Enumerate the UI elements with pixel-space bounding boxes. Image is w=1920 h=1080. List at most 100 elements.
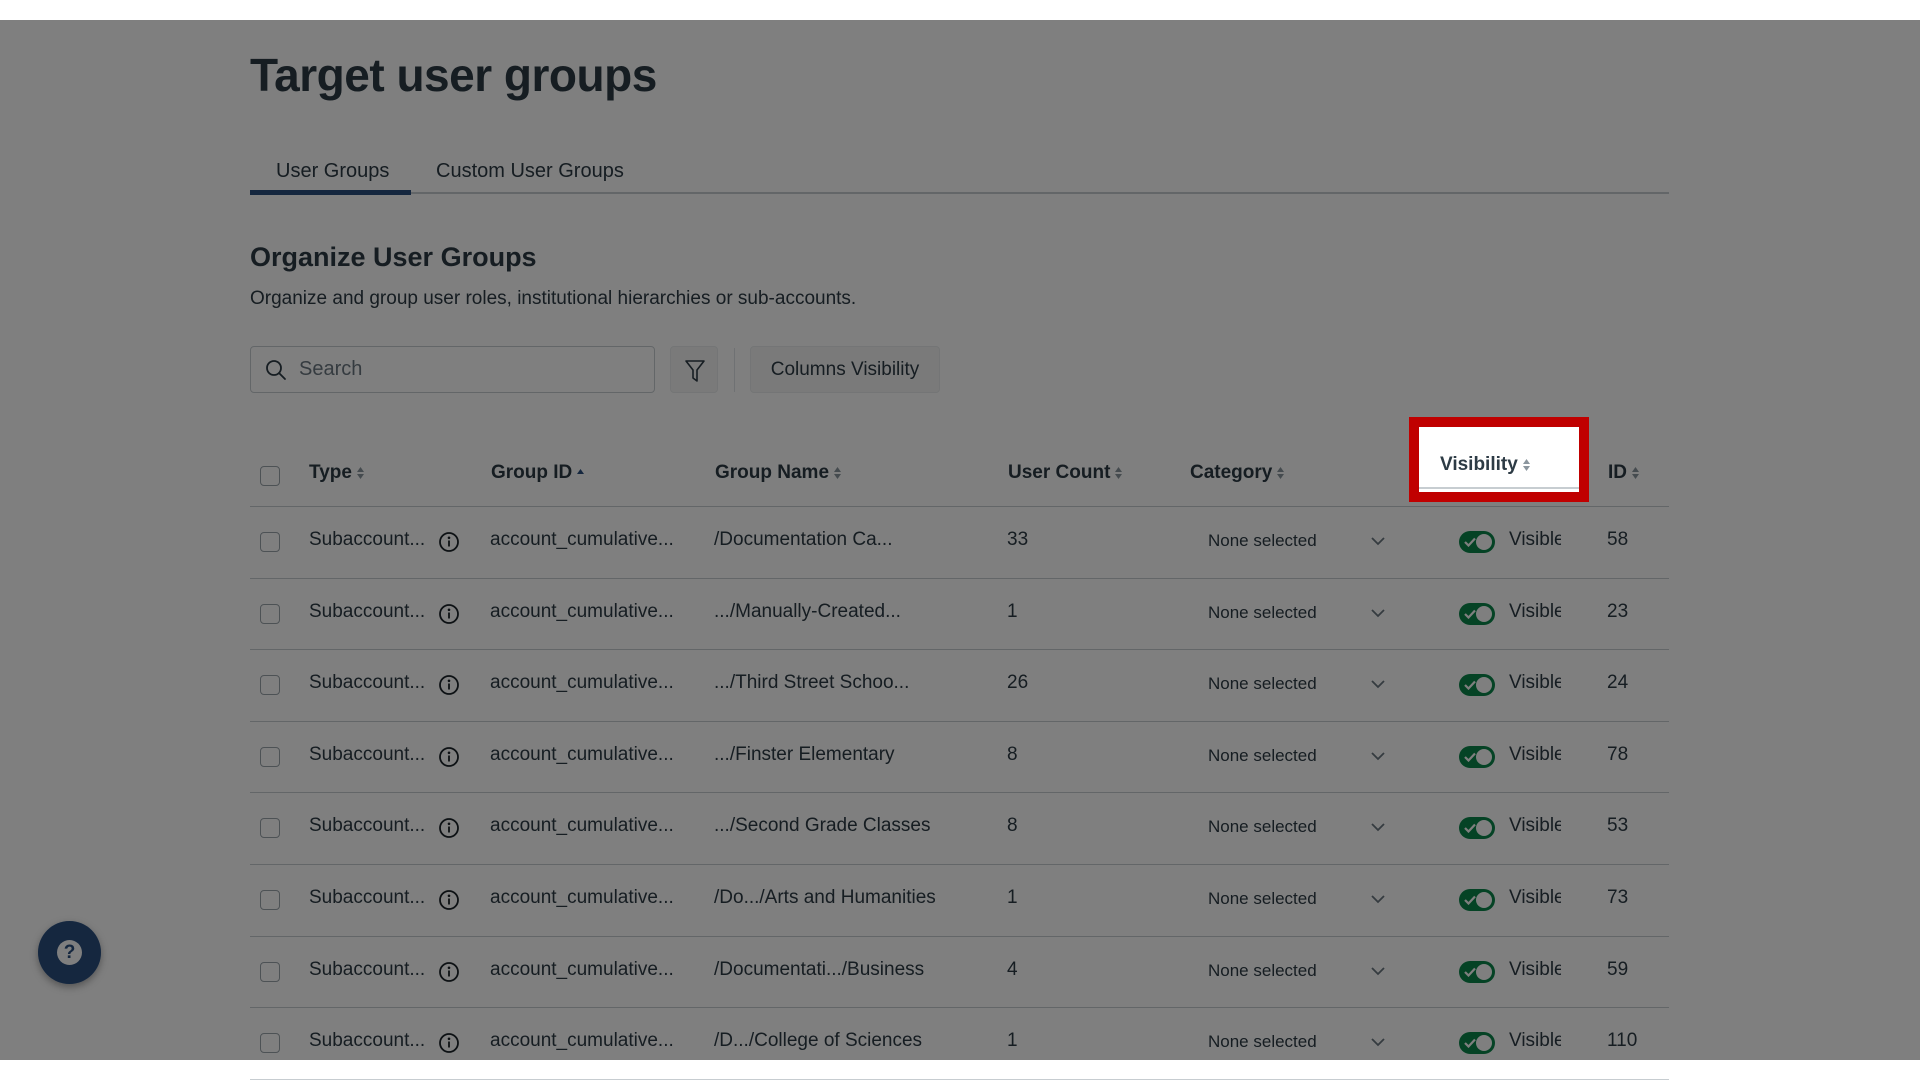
cell-id: 23 (1607, 600, 1629, 622)
category-select[interactable]: None selected (1208, 817, 1317, 837)
cell-id: 110 (1607, 1030, 1638, 1052)
section-title: Organize User Groups (250, 242, 537, 272)
chevron-down-icon[interactable] (1370, 607, 1386, 619)
cell-type: Subaccount... (309, 815, 426, 837)
cell-type: Subaccount... (309, 529, 426, 550)
tab-user-groups[interactable]: User Groups (276, 160, 389, 183)
info-icon[interactable] (438, 531, 460, 553)
visibility-toggle[interactable] (1459, 888, 1495, 911)
column-header-category[interactable]: Category (1190, 462, 1285, 484)
column-header-group-name[interactable]: Group Name (715, 462, 842, 484)
category-select[interactable]: None selected (1208, 674, 1317, 694)
visibility-toggle[interactable] (1459, 1032, 1495, 1055)
info-icon[interactable] (438, 674, 460, 696)
cell-group-id: account_cumulative... (490, 1030, 674, 1052)
sort-ascending-icon (577, 468, 585, 474)
info-icon[interactable] (438, 746, 460, 768)
search-input[interactable] (299, 347, 639, 392)
checkmark-icon (1464, 680, 1476, 691)
checkmark-icon (1464, 1038, 1476, 1049)
info-icon[interactable] (438, 961, 460, 983)
page: Target user groups User Groups Custom Us… (0, 20, 1920, 1080)
search-field[interactable] (250, 346, 655, 393)
row-checkbox[interactable] (260, 889, 280, 910)
category-select[interactable]: None selected (1208, 531, 1317, 551)
checkmark-icon (1464, 752, 1476, 762)
info-icon[interactable] (438, 603, 460, 625)
category-select[interactable]: None selected (1208, 746, 1317, 766)
visibility-toggle[interactable] (1459, 960, 1495, 983)
sort-icon (834, 466, 842, 479)
visibility-label: Visible (1509, 743, 1561, 765)
chevron-down-icon[interactable] (1370, 821, 1386, 833)
visibility-toggle[interactable] (1459, 602, 1495, 625)
chevron-down-icon[interactable] (1370, 750, 1386, 762)
visibility-toggle[interactable] (1459, 745, 1495, 768)
cell-group-name: /Do.../Arts and Humanities (714, 886, 936, 908)
checkmark-icon (1464, 824, 1476, 834)
checkmark-icon (1464, 967, 1476, 977)
toggle-knob (1476, 963, 1492, 980)
cell-group-name: /D.../College of Sciences (714, 1030, 923, 1052)
visibility-toggle[interactable] (1459, 817, 1495, 840)
category-select[interactable]: None selected (1208, 961, 1317, 981)
row-checkbox[interactable] (260, 603, 280, 624)
column-header-type[interactable]: Type (309, 462, 365, 484)
row-checkbox[interactable] (260, 675, 280, 696)
table-row: Subaccount... account_cumulative... /D..… (250, 1008, 1669, 1080)
cell-user-count: 1 (1007, 600, 1018, 622)
column-label: Category (1190, 462, 1273, 483)
cell-id: 59 (1607, 958, 1629, 980)
column-header-group-id[interactable]: Group ID (491, 462, 585, 484)
chevron-down-icon[interactable] (1370, 893, 1386, 905)
visibility-header-label: Visibility (1440, 454, 1531, 476)
info-icon[interactable] (438, 889, 460, 911)
cell-type: Subaccount... (309, 958, 426, 980)
column-label: ID (1608, 462, 1627, 483)
column-label: User Count (1008, 462, 1111, 483)
cell-user-count: 1 (1007, 1030, 1018, 1052)
checkmark-icon (1464, 537, 1476, 547)
highlighted-visibility-header[interactable]: Visibility (1409, 417, 1589, 502)
filter-button[interactable] (670, 346, 718, 393)
toggle-knob (1476, 677, 1492, 694)
cell-user-count: 33 (1007, 529, 1029, 550)
column-header-user-count[interactable]: User Count (1008, 462, 1123, 484)
column-header-id[interactable]: ID (1608, 462, 1640, 484)
cell-type: Subaccount... (309, 672, 426, 694)
column-label: Group Name (715, 462, 830, 483)
toggle-knob (1476, 891, 1492, 908)
cell-user-count: 26 (1007, 672, 1029, 694)
info-icon[interactable] (438, 1032, 460, 1054)
section-description: Organize and group user roles, instituti… (250, 288, 857, 309)
sort-icon (1277, 466, 1285, 479)
cell-type: Subaccount... (309, 1030, 426, 1052)
select-all-checkbox[interactable] (260, 466, 280, 486)
row-checkbox[interactable] (260, 1033, 280, 1054)
visibility-toggle[interactable] (1459, 674, 1495, 697)
cell-type: Subaccount... (309, 600, 426, 622)
chevron-down-icon[interactable] (1370, 965, 1386, 977)
cell-id: 53 (1607, 815, 1629, 837)
category-select[interactable]: None selected (1208, 1032, 1317, 1052)
table-row: Subaccount... account_cumulative... /Doc… (250, 937, 1669, 1009)
toolbar-divider (734, 348, 735, 392)
row-checkbox[interactable] (260, 746, 280, 767)
chevron-down-icon[interactable] (1370, 535, 1386, 547)
help-button[interactable]: ? (38, 921, 101, 984)
tab-custom-user-groups[interactable]: Custom User Groups (436, 160, 624, 183)
question-mark-icon: ? (57, 940, 82, 965)
visibility-label: Visible (1509, 815, 1561, 837)
row-checkbox[interactable] (260, 818, 280, 839)
search-icon (266, 360, 286, 380)
row-checkbox[interactable] (260, 532, 280, 552)
category-select[interactable]: None selected (1208, 889, 1317, 909)
chevron-down-icon[interactable] (1370, 1036, 1386, 1048)
visibility-toggle[interactable] (1459, 531, 1495, 553)
chevron-down-icon[interactable] (1370, 678, 1386, 690)
sort-icon (1522, 458, 1530, 471)
info-icon[interactable] (438, 817, 460, 839)
row-checkbox[interactable] (260, 961, 280, 982)
category-select[interactable]: None selected (1208, 603, 1317, 623)
columns-visibility-button[interactable]: Columns Visibility (750, 346, 940, 393)
